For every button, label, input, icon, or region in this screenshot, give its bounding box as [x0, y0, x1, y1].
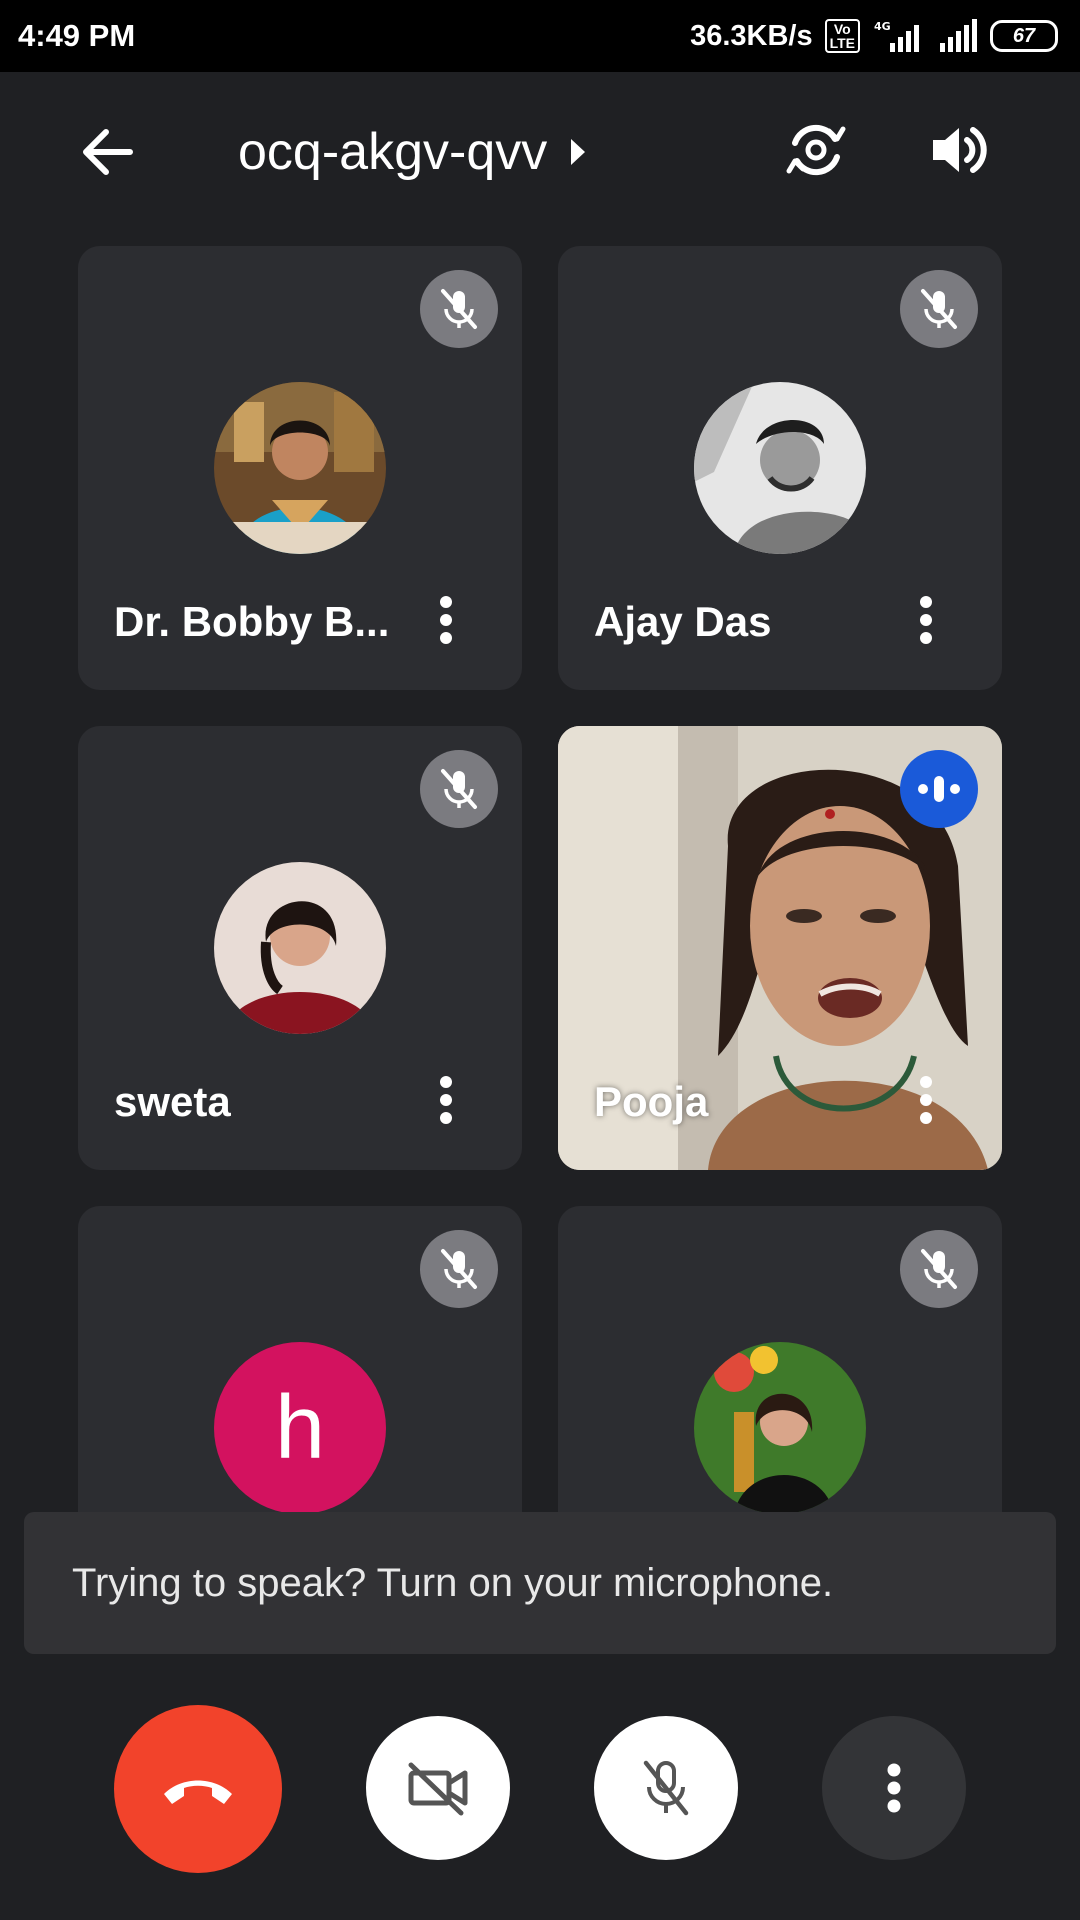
- participant-options-button[interactable]: [906, 1070, 946, 1130]
- meeting-code-button[interactable]: ocq-akgv-qvv: [238, 122, 587, 182]
- avatar: [694, 382, 866, 554]
- more-options-button[interactable]: [822, 1716, 966, 1860]
- mic-off-badge: [420, 1230, 498, 1308]
- more-vert-icon: [920, 596, 932, 644]
- speaker-button[interactable]: [922, 112, 998, 188]
- back-button[interactable]: [70, 122, 146, 182]
- participant-name: sweta: [114, 1078, 231, 1125]
- microphone-toggle-button[interactable]: [594, 1716, 738, 1860]
- microphone-hint-snackbar: Trying to speak? Turn on your microphone…: [24, 1512, 1056, 1654]
- call-end-icon: [164, 1780, 232, 1804]
- participant-tile[interactable]: sweta: [78, 726, 522, 1170]
- participant-name: Dr. Bobby B...: [114, 598, 390, 645]
- avatar-letter: h: [274, 1377, 326, 1478]
- meeting-code: ocq-akgv-qvv: [238, 123, 548, 181]
- status-time: 4:49 PM: [18, 18, 136, 53]
- signal-icon: [938, 19, 978, 53]
- mic-off-icon: [441, 769, 477, 809]
- speaking-indicator: [900, 750, 978, 828]
- camera-toggle-button[interactable]: [366, 1716, 510, 1860]
- more-vert-icon: [440, 596, 452, 644]
- signal-4g-icon: 4G: [872, 19, 926, 53]
- arrow-back-icon: [83, 129, 133, 175]
- volte-icon: Vo LTE: [824, 19, 860, 53]
- mic-off-badge: [900, 1230, 978, 1308]
- meeting-header: ocq-akgv-qvv: [0, 72, 1080, 242]
- participant-tile[interactable]: Dr. Bobby B...: [78, 246, 522, 690]
- participant-options-button[interactable]: [426, 1070, 466, 1130]
- avatar: [694, 1342, 866, 1514]
- avatar: [214, 382, 386, 554]
- letter-avatar: h: [214, 1342, 386, 1514]
- participant-name: Pooja: [594, 1078, 709, 1125]
- mic-off-badge: [420, 750, 498, 828]
- network-speed: 36.3KB/s: [690, 19, 813, 52]
- mic-off-icon: [441, 289, 477, 329]
- switch-camera-button[interactable]: [778, 112, 854, 188]
- participant-name: Ajay Das: [594, 598, 772, 645]
- mic-off-icon: [441, 1249, 477, 1289]
- audio-level-icon: [918, 776, 960, 802]
- status-bar: 4:49 PM 36.3KB/s Vo LTE 4G 67: [0, 0, 1080, 72]
- participant-tile[interactable]: Ajay Das: [558, 246, 1002, 690]
- mic-off-icon: [921, 1249, 957, 1289]
- mic-off-icon: [921, 289, 957, 329]
- speaker-icon: [933, 127, 987, 173]
- play-arrow-icon: [571, 139, 586, 165]
- avatar: [214, 862, 386, 1034]
- more-vert-icon: [440, 1076, 452, 1124]
- status-icons: 36.3KB/s Vo LTE 4G 67: [690, 19, 1058, 53]
- participant-options-button[interactable]: [906, 590, 946, 650]
- mic-off-icon: [643, 1760, 689, 1816]
- snackbar-message: Trying to speak? Turn on your microphone…: [72, 1560, 834, 1605]
- mic-off-badge: [420, 270, 498, 348]
- svg-text:4G: 4G: [874, 20, 891, 33]
- participant-options-button[interactable]: [426, 590, 466, 650]
- participant-video-tile[interactable]: Pooja: [558, 726, 1002, 1170]
- videocam-off-icon: [408, 1762, 468, 1816]
- mic-off-badge: [900, 270, 978, 348]
- switch-camera-icon: [786, 124, 846, 176]
- more-vert-icon: [887, 1763, 901, 1813]
- battery-icon: 67: [990, 20, 1058, 52]
- battery-level: 67: [1012, 24, 1036, 47]
- more-vert-icon: [920, 1076, 932, 1124]
- end-call-button[interactable]: [114, 1705, 282, 1873]
